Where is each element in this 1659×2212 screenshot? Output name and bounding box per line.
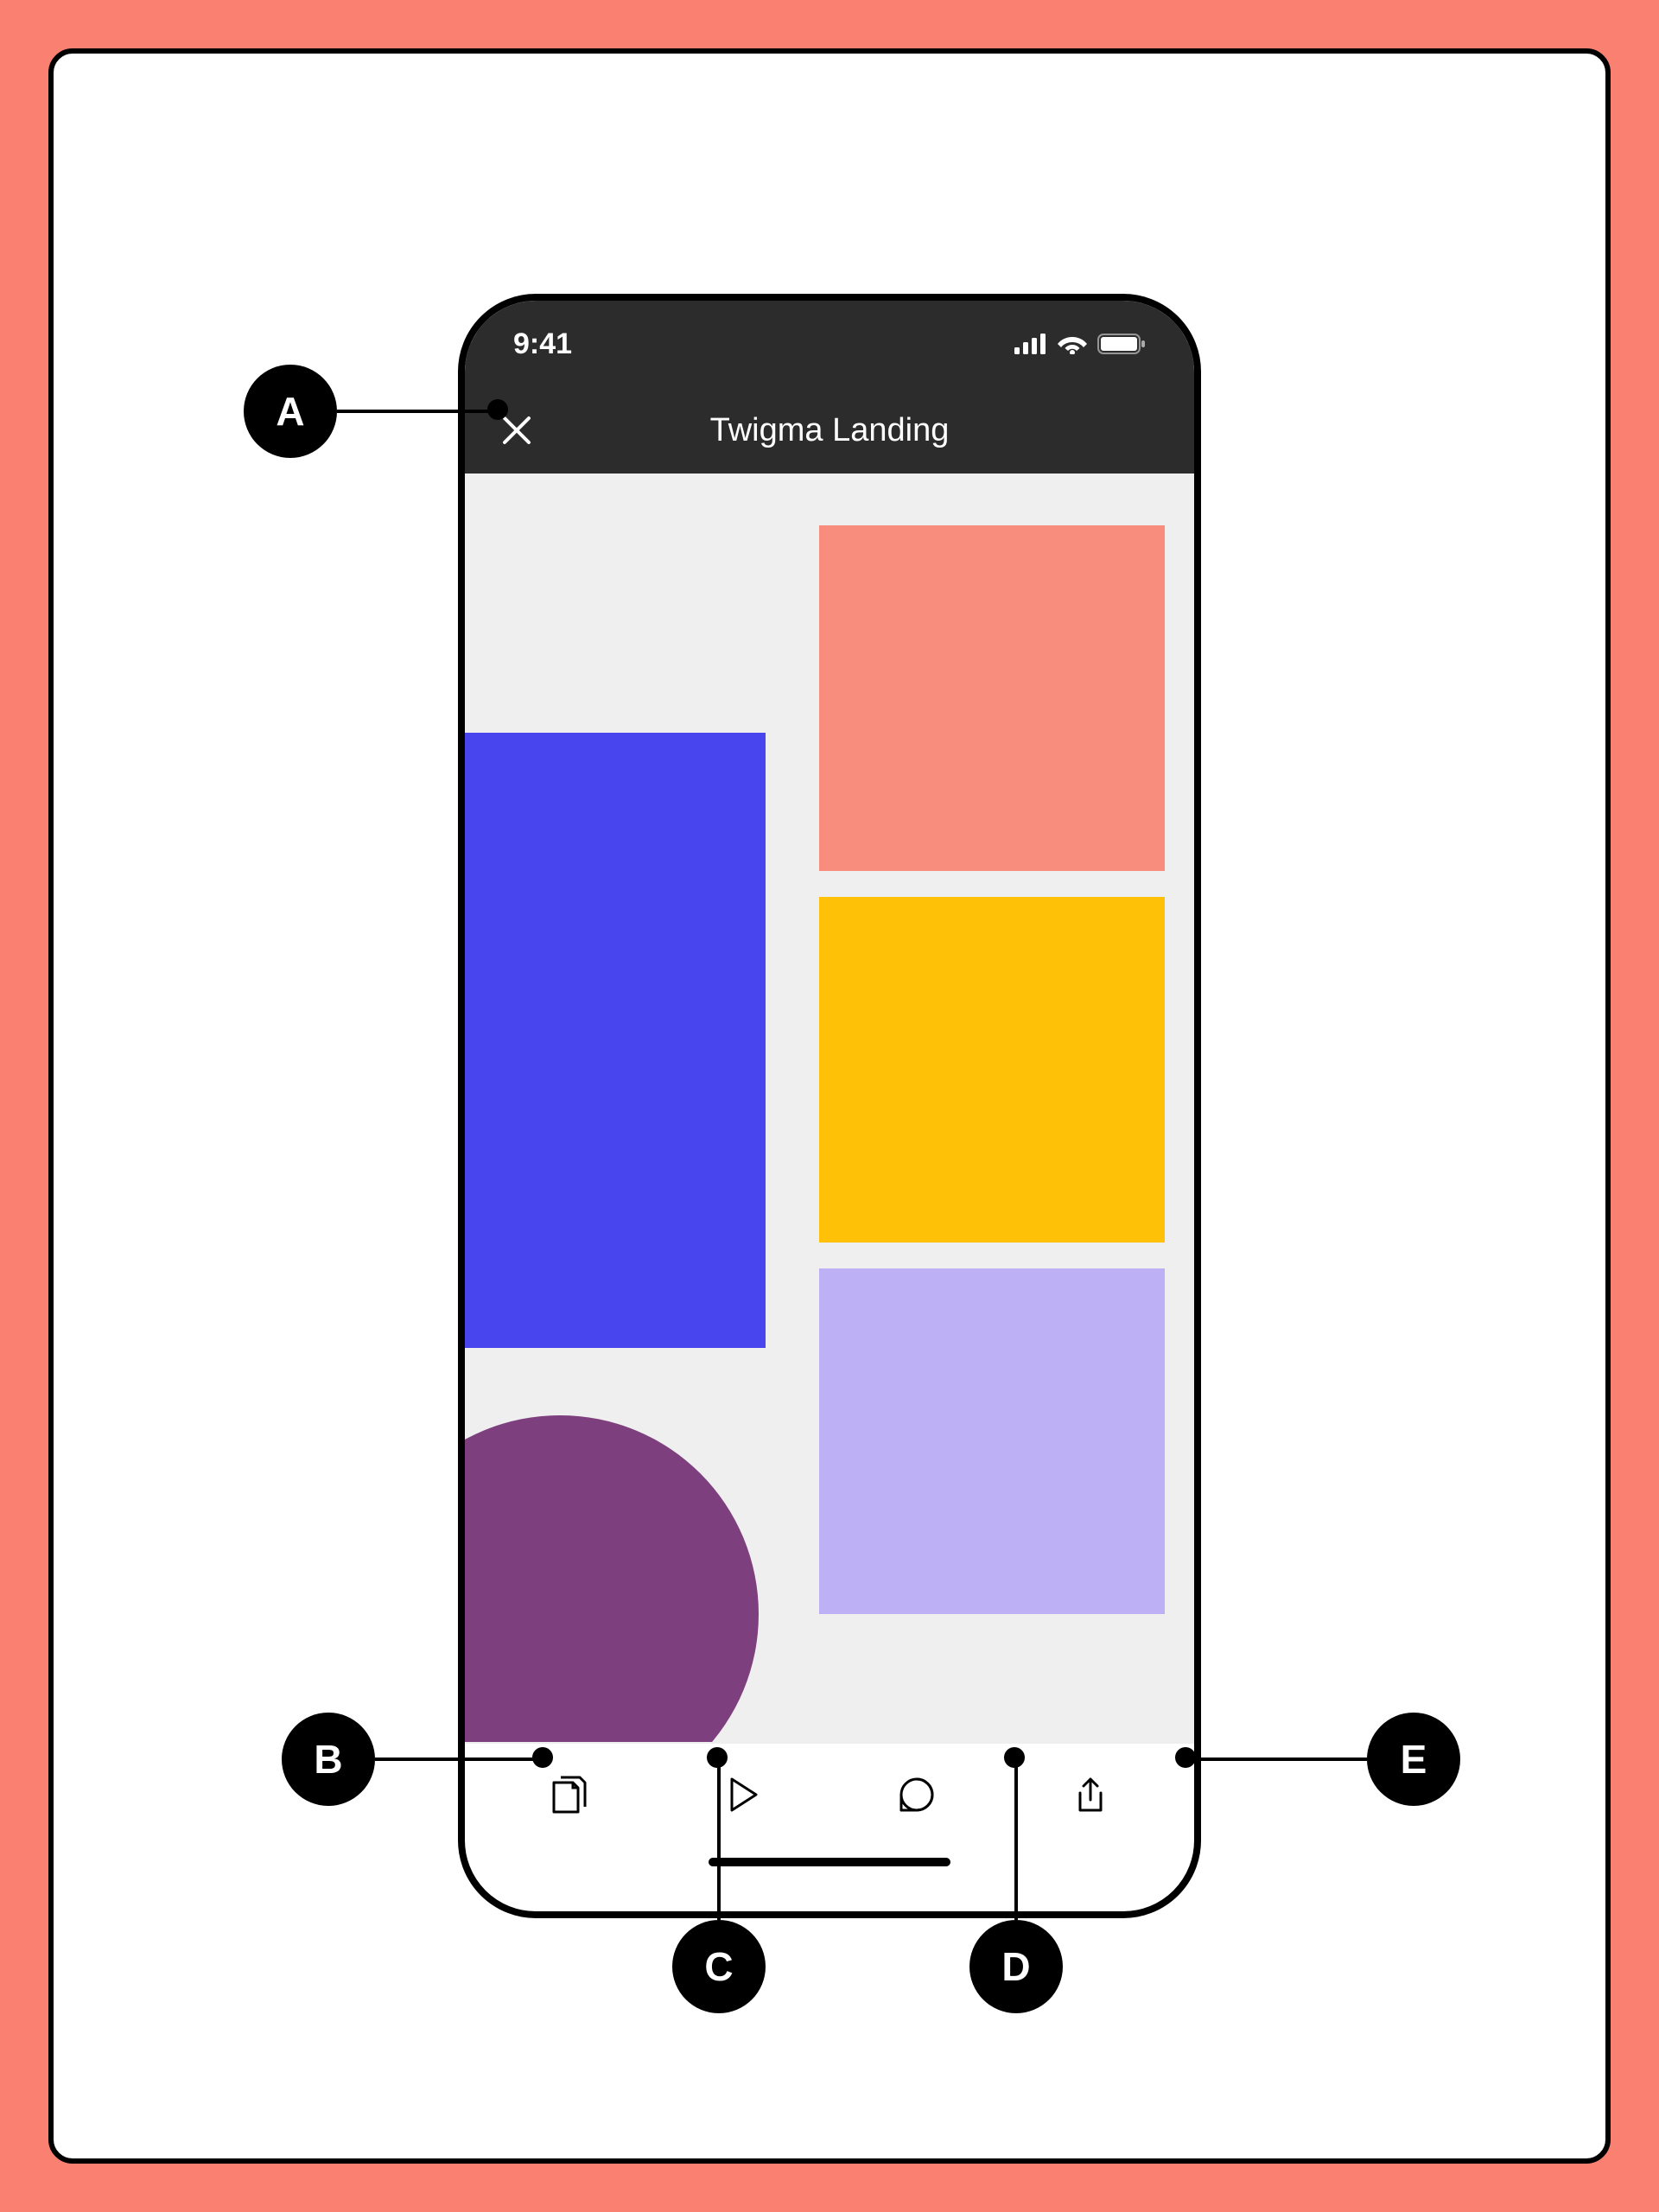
comment-icon [898,1776,936,1814]
callout-c-leader [717,1759,721,1920]
status-time: 9:41 [513,327,572,361]
callout-a: A [244,365,337,458]
file-title: Twigma Landing [537,412,1122,449]
pages-tool[interactable] [543,1769,595,1821]
callout-c-endpoint [707,1747,728,1768]
callout-e-label: E [1401,1736,1427,1783]
callout-c-label: C [704,1943,733,1990]
bottom-toolbar [465,1742,1194,1846]
callout-e-endpoint [1175,1747,1196,1768]
callout-d-leader [1014,1759,1018,1920]
callout-a-label: A [276,388,304,435]
callout-a-leader [337,410,498,413]
callout-b-label: B [314,1736,342,1783]
status-icons [1014,334,1146,354]
purple-circle-shape[interactable] [465,1415,759,1742]
callout-a-endpoint [487,399,508,420]
home-indicator [465,1846,1194,1908]
blue-rect-shape[interactable] [465,733,766,1348]
lilac-rect-shape[interactable] [819,1268,1165,1614]
pages-icon [550,1774,588,1815]
callout-b-endpoint [532,1747,553,1768]
play-icon [727,1776,760,1814]
comment-tool[interactable] [891,1769,943,1821]
callout-c: C [672,1920,766,2013]
wifi-icon [1058,334,1087,354]
callout-e-leader [1185,1758,1367,1761]
close-icon [500,414,533,447]
callout-e: E [1367,1713,1460,1806]
callout-d-label: D [1001,1943,1030,1990]
app-header: Twigma Landing [465,387,1194,474]
diagram-frame: 9:41 [48,48,1611,2164]
status-bar: 9:41 [465,301,1194,387]
gold-rect-shape[interactable] [819,897,1165,1243]
play-tool[interactable] [717,1769,769,1821]
cell-signal-icon [1014,334,1047,354]
phone-mockup: 9:41 [458,294,1201,1918]
callout-b: B [282,1713,375,1806]
battery-icon [1097,334,1146,354]
coral-rect-shape[interactable] [819,525,1165,871]
share-icon [1073,1774,1108,1815]
callout-d-endpoint [1004,1747,1025,1768]
callout-d: D [969,1920,1063,2013]
share-tool[interactable] [1065,1769,1116,1821]
design-canvas[interactable] [465,474,1194,1742]
callout-b-leader [375,1758,543,1761]
